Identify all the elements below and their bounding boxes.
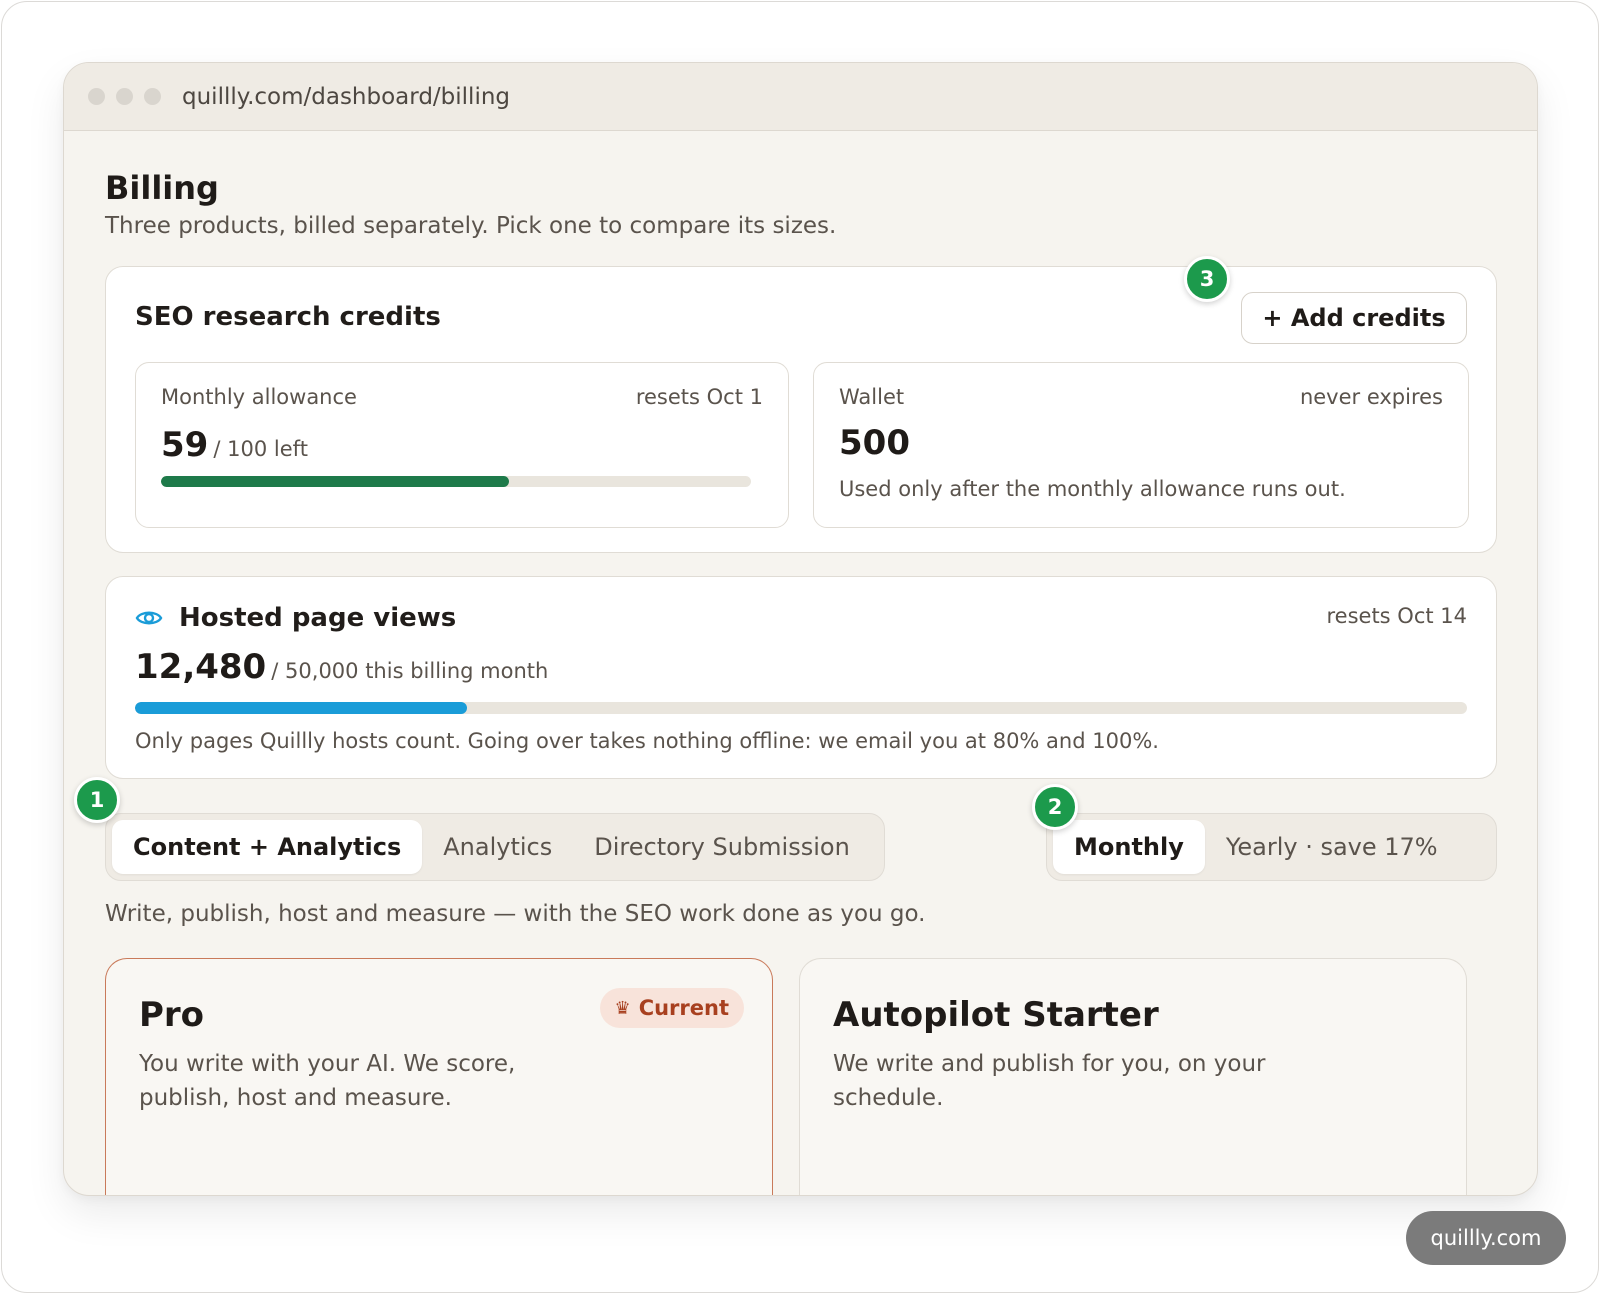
plan-name: Pro <box>139 995 205 1035</box>
product-description: Write, publish, host and measure — with … <box>105 901 926 927</box>
tab-analytics[interactable]: Analytics <box>422 820 573 874</box>
allowance-reset: resets Oct 1 <box>635 385 763 409</box>
page-views-note: Only pages Quillly hosts count. Going ov… <box>135 729 1159 753</box>
step-badge-3: 3 <box>1184 256 1230 302</box>
allowance-total: / 100 left <box>213 437 308 461</box>
tab-monthly[interactable]: Monthly <box>1053 820 1205 874</box>
current-plan-badge: ♛ Current <box>599 988 744 1028</box>
product-tabs: Content + Analytics Analytics Directory … <box>105 813 885 881</box>
page-views-value-row: 12,480 / 50,000 this billing month <box>135 647 548 687</box>
plan-description: You write with your AI. We score, publis… <box>139 1051 516 1111</box>
window-minimize-dot[interactable] <box>116 88 133 105</box>
browser-titlebar: quillly.com/dashboard/billing <box>64 63 1537 131</box>
window-close-dot[interactable] <box>88 88 105 105</box>
tab-content-analytics[interactable]: Content + Analytics <box>112 820 423 874</box>
window-maximize-dot[interactable] <box>144 88 161 105</box>
allowance-label: Monthly allowance <box>161 385 357 409</box>
tab-directory-submission[interactable]: Directory Submission <box>573 820 871 874</box>
wallet-card: Wallet never expires 500 Used only after… <box>813 362 1469 528</box>
seo-credits-card: SEO research credits + Add credits Month… <box>105 266 1497 553</box>
page-views-progress-fill <box>135 702 468 714</box>
add-credits-button[interactable]: + Add credits <box>1241 292 1467 344</box>
crown-icon: ♛ <box>614 997 631 1019</box>
allowance-value-row: 59 / 100 left <box>161 425 308 465</box>
wallet-value: 500 <box>839 423 910 463</box>
plan-name: Autopilot Starter <box>833 995 1159 1035</box>
wallet-note: Used only after the monthly allowance ru… <box>839 477 1346 501</box>
current-plan-badge-label: Current <box>638 996 729 1020</box>
page-subtitle: Three products, billed separately. Pick … <box>105 213 837 239</box>
allowance-value: 59 <box>161 425 209 465</box>
page-title: Billing <box>105 169 219 207</box>
browser-window: quillly.com/dashboard/billing Billing Th… <box>63 62 1538 1196</box>
step-badge-2: 2 <box>1032 784 1078 830</box>
page-views-card: Hosted page views resets Oct 14 12,480 /… <box>105 576 1497 779</box>
page-views-progress-bar <box>135 702 1467 714</box>
plan-card-autopilot-starter[interactable]: Autopilot Starter We write and publish f… <box>799 958 1467 1195</box>
page-views-reset: resets Oct 14 <box>1326 604 1467 628</box>
tab-yearly[interactable]: Yearly · save 17% <box>1205 820 1459 874</box>
seo-credits-title: SEO research credits <box>135 302 441 332</box>
allowance-progress-bar <box>161 476 751 487</box>
step-badge-1: 1 <box>74 777 120 823</box>
page-views-header: Hosted page views <box>135 603 456 633</box>
page-views-title: Hosted page views <box>179 603 457 633</box>
watermark-label: quillly.com <box>1406 1211 1566 1265</box>
page-views-total: / 50,000 this billing month <box>271 659 549 683</box>
plan-card-pro[interactable]: Pro ♛ Current You write with your AI. We… <box>105 958 773 1195</box>
page-views-value: 12,480 <box>135 647 267 687</box>
monthly-allowance-card: Monthly allowance resets Oct 1 59 / 100 … <box>135 362 789 528</box>
allowance-progress-fill <box>161 476 510 487</box>
billing-period-tabs: Monthly Yearly · save 17% <box>1046 813 1497 881</box>
address-bar-url[interactable]: quillly.com/dashboard/billing <box>182 84 510 110</box>
eye-icon <box>135 611 163 625</box>
plan-description: We write and publish for you, on your sc… <box>833 1051 1266 1111</box>
wallet-expiry: never expires <box>1299 385 1443 409</box>
wallet-label: Wallet <box>839 385 905 409</box>
